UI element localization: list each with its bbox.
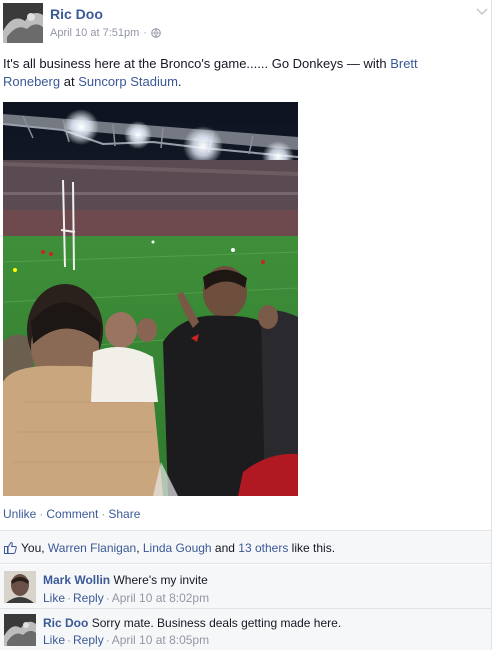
comment-item: Ric Doo Sorry mate. Business deals getti… [0,609,491,650]
action-separator: · [39,507,44,521]
post-actions: Unlike · Comment · Share [3,507,140,521]
tagged-place-link[interactable]: Suncorp Stadium [78,74,178,89]
comment-author-link[interactable]: Mark Wollin [43,573,110,587]
comment-like-link[interactable]: Like [43,633,65,647]
comment-reply-link[interactable]: Reply [73,591,104,605]
likes-you: You, [21,541,48,555]
likes-and: and [211,541,239,555]
liker-link-warren[interactable]: Warren Flanigan [48,541,136,555]
comment-body: Ric Doo Sorry mate. Business deals getti… [43,616,341,630]
likes-suffix: like this. [288,541,336,555]
comment-action-separator: · [105,633,110,647]
comment-link[interactable]: Comment [46,507,98,521]
post-meta: April 10 at 7:51pm · [50,27,161,39]
likes-others-link[interactable]: 13 others [238,541,288,555]
comment-timestamp[interactable]: April 10 at 8:02pm [112,591,209,605]
post-timestamp[interactable]: April 10 at 7:51pm [50,27,139,39]
author-avatar[interactable] [3,3,43,43]
comment-like-link[interactable]: Like [43,591,65,605]
post-photo[interactable] [3,102,298,496]
share-link[interactable]: Share [108,507,140,521]
post-message: It's all business here at the Bronco's g… [3,55,473,91]
action-separator: · [101,507,106,521]
comment-body: Mark Wollin Where's my invite [43,573,208,587]
comment-action-separator: · [105,591,110,605]
comment-action-separator: · [67,633,72,647]
post-author-name[interactable]: Ric Doo [50,6,103,22]
chevron-down-icon[interactable] [476,6,488,16]
comment-text: Where's my invite [113,573,208,587]
thumbs-up-icon [4,541,17,554]
likes-bar: You, Warren Flanigan, Linda Gough and 13… [0,530,491,564]
liker-link-linda[interactable]: Linda Gough [143,541,212,555]
meta-separator: · [143,27,147,39]
comment-timestamp[interactable]: April 10 at 8:05pm [112,633,209,647]
comment-reply-link[interactable]: Reply [73,633,104,647]
comment-author-link[interactable]: Ric Doo [43,616,88,630]
comment-actions: Like · Reply · April 10 at 8:05pm [43,633,209,647]
post-text-suffix: . [177,74,182,89]
likes-text: You, Warren Flanigan, Linda Gough and 13… [21,541,335,555]
comment-item: Mark Wollin Where's my invite Like · Reply… [0,565,491,608]
unlike-link[interactable]: Unlike [3,507,36,521]
post-text-at: at [60,74,79,89]
comment-actions: Like · Reply · April 10 at 8:02pm [43,591,209,605]
comment-text: Sorry mate. Business deals getting made … [91,616,342,630]
globe-icon[interactable] [151,28,161,38]
commenter-avatar[interactable] [4,571,36,603]
commenter-avatar[interactable] [4,614,36,646]
likes-sep: , [136,541,143,555]
comment-action-separator: · [67,591,72,605]
post-card: Ric Doo April 10 at 7:51pm · It's all bu… [0,0,492,650]
post-text-prefix: It's all business here at the Bronco's g… [3,56,391,71]
